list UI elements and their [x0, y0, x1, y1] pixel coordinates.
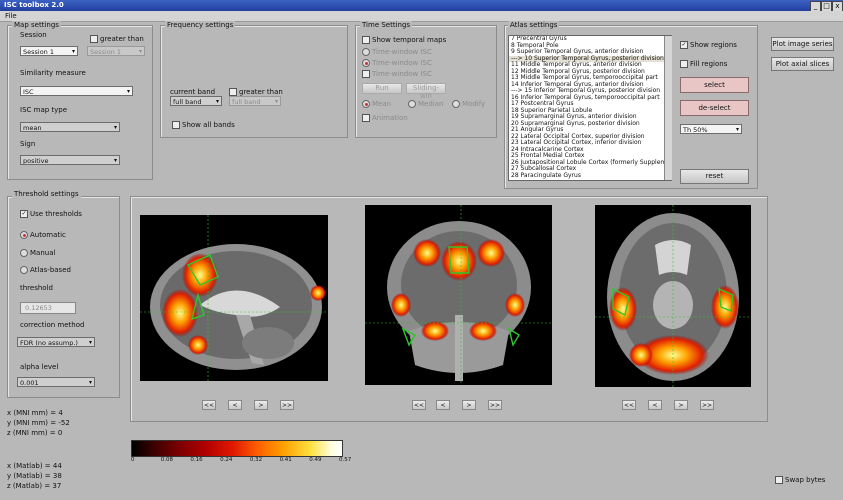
- session-label: Session: [20, 31, 47, 39]
- show-regions-checkbox[interactable]: ✓ Show regions: [680, 41, 737, 50]
- reset-button[interactable]: reset: [680, 169, 749, 184]
- plot-axial-slices-button[interactable]: Plot axial slices: [771, 57, 834, 71]
- similarity-select[interactable]: ISC ▾: [20, 86, 133, 96]
- time-radio-2: Median: [408, 100, 443, 109]
- colorbar-tick-label: 0.08: [160, 457, 173, 463]
- x-matlab-coordinate: x (Matlab) = 44: [7, 462, 62, 470]
- plot-image-series-button[interactable]: Plot image series: [771, 37, 834, 51]
- sagittal-prev-button[interactable]: <: [228, 400, 242, 410]
- map-settings-title: Map settings: [12, 21, 61, 30]
- time-radio-3: Modify: [452, 100, 485, 109]
- sagittal-last-button[interactable]: >>: [280, 400, 294, 410]
- session-select[interactable]: Session 1 ▾: [20, 46, 78, 56]
- coronal-next-button[interactable]: >: [462, 400, 476, 410]
- use-thresholds-checkbox[interactable]: ✓ Use thresholds: [20, 210, 82, 219]
- threshold-input[interactable]: 0.12653: [20, 302, 76, 314]
- axial-last-button[interactable]: >>: [700, 400, 714, 410]
- axial-next-button[interactable]: >: [674, 400, 688, 410]
- z-mni-coordinate: z (MNI mm) = 0: [7, 429, 63, 437]
- threshold-settings-title: Threshold settings: [12, 190, 81, 199]
- threshold-label: threshold: [20, 284, 53, 292]
- greater-than-checkbox[interactable]: greater than: [90, 35, 144, 44]
- colorbar-tick-label: 0.57: [339, 457, 352, 463]
- coronal-prev-button[interactable]: <: [436, 400, 450, 410]
- greater-than-select: Session 1 ▾: [87, 46, 145, 56]
- time-right-button: Sliding-win: [406, 83, 446, 100]
- alpha-level-label: alpha level: [20, 363, 59, 371]
- menu-file[interactable]: File: [5, 11, 17, 21]
- sign-select[interactable]: positive ▾: [20, 155, 120, 165]
- show-temporal-maps-checkbox[interactable]: Show temporal maps: [362, 36, 446, 45]
- automatic-radio[interactable]: Automatic: [20, 231, 66, 240]
- atlas-region-list[interactable]: 7 Precentral Gyrus 8 Temporal Pole 9 Super…: [508, 35, 672, 181]
- map-type-select[interactable]: mean ▾: [20, 122, 120, 132]
- window-title: ISC toolbox 2.0: [4, 1, 64, 9]
- sign-label: Sign: [20, 140, 36, 148]
- correction-method-select[interactable]: FDR (no assump.) ▾: [17, 337, 95, 347]
- map-type-label: ISC map type: [20, 106, 68, 114]
- manual-radio[interactable]: Manual: [20, 249, 55, 258]
- select-button[interactable]: select: [680, 77, 749, 93]
- sagittal-view[interactable]: [140, 215, 328, 381]
- alpha-level-select[interactable]: 0.001 ▾: [17, 377, 95, 387]
- time-settings-title: Time Settings: [360, 21, 413, 30]
- atlas-list-scrollbar[interactable]: [664, 36, 672, 180]
- coronal-first-button[interactable]: <<: [412, 400, 426, 410]
- show-all-bands-checkbox[interactable]: Show all bands: [172, 121, 235, 130]
- x-mni-coordinate: x (MNI mm) = 4: [7, 409, 63, 417]
- freq-greater-than-select: full band ▾: [229, 96, 281, 106]
- z-matlab-coordinate: z (Matlab) = 37: [7, 482, 62, 490]
- time-bottom-checkbox: Animation: [362, 114, 408, 123]
- correction-method-label: correction method: [20, 321, 85, 329]
- time-option-1: Time-window ISC: [362, 48, 432, 57]
- time-option-3: Time-window ISC: [362, 70, 432, 79]
- time-radio-1: Mean: [362, 100, 391, 109]
- time-left-button: Run: [362, 83, 402, 94]
- time-option-2: Time-window ISC: [362, 59, 432, 68]
- similarity-label: Similarity measure: [20, 69, 86, 77]
- axial-prev-button[interactable]: <: [648, 400, 662, 410]
- title-bar: ISC toolbox 2.0 _ □ x: [0, 0, 843, 12]
- menu-bar: File: [0, 11, 843, 22]
- colorbar-ticks: 0 0.08 0.16 0.24 0.32 0.41 0.49 0.57: [131, 457, 351, 465]
- atlas-settings-title: Atlas settings: [508, 21, 560, 30]
- frequency-settings-title: Frequency settings: [165, 21, 236, 30]
- deselect-button[interactable]: de-select: [680, 100, 749, 116]
- current-band-select[interactable]: full band ▾: [170, 96, 222, 106]
- colorbar-tick-label: 0.32: [249, 457, 263, 463]
- coronal-last-button[interactable]: >>: [488, 400, 502, 410]
- atlas-list-item[interactable]: 28 Paracingulate Gyrus: [509, 172, 671, 180]
- y-mni-coordinate: y (MNI mm) = -52: [7, 419, 70, 427]
- swap-bytes-checkbox[interactable]: Swap bytes: [775, 476, 825, 485]
- colorbar-tick-label: 0: [131, 457, 135, 463]
- colorbar-tick-label: 0.41: [279, 457, 292, 463]
- colorbar-tick-label: 0.49: [309, 457, 322, 463]
- sagittal-first-button[interactable]: <<: [202, 400, 216, 410]
- fill-regions-checkbox[interactable]: Fill regions: [680, 60, 727, 69]
- atlas-based-radio[interactable]: Atlas-based: [20, 266, 71, 275]
- colorbar: [131, 440, 343, 457]
- y-matlab-coordinate: y (Matlab) = 38: [7, 472, 62, 480]
- colorbar-tick-label: 0.16: [190, 457, 203, 463]
- sagittal-next-button[interactable]: >: [254, 400, 268, 410]
- axial-view[interactable]: [595, 205, 751, 387]
- atlas-threshold-select[interactable]: Th 50% ▾: [680, 124, 742, 134]
- coronal-view[interactable]: [365, 205, 552, 385]
- axial-first-button[interactable]: <<: [622, 400, 636, 410]
- colorbar-tick-label: 0.24: [220, 457, 233, 463]
